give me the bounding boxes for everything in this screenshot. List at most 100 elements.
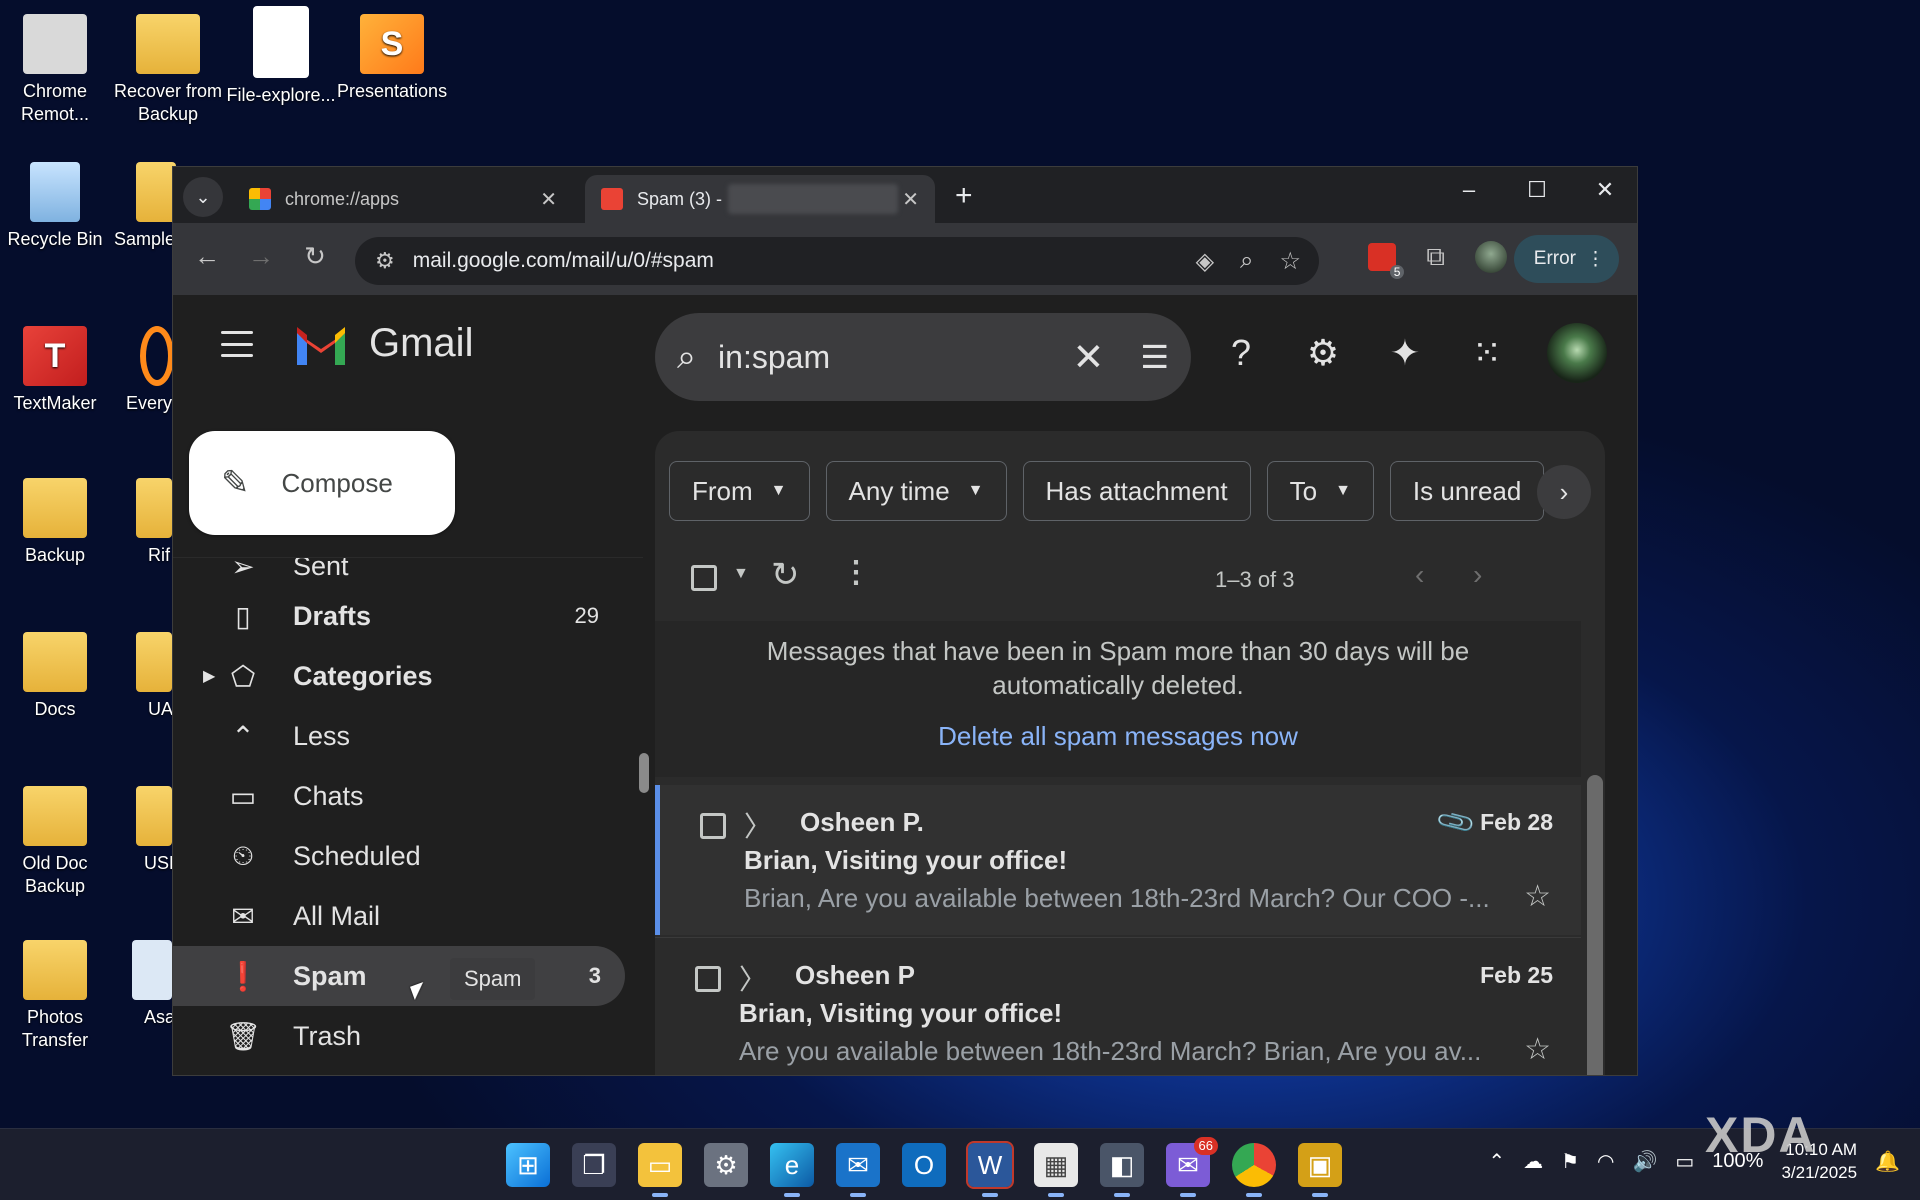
back-arrow-icon[interactable]: ← [187, 241, 227, 272]
lens-icon[interactable]: ◈ [1196, 247, 1214, 276]
address-url[interactable]: mail.google.com/mail/u/0/#spam [413, 249, 714, 273]
desktop-icon-sample[interactable]: Sample [100, 162, 180, 251]
desktop-icon-textmaker[interactable]: T TextMaker [0, 326, 110, 415]
desktop-icon-old-doc-backup[interactable]: Old Doc Backup [0, 786, 110, 899]
edge-browser-icon[interactable]: e [770, 1143, 814, 1197]
importance-marker-icon[interactable]: 〉 [744, 805, 772, 845]
address-bar[interactable]: ⚙ mail.google.com/mail/u/0/#spam ◈ ⌕ ☆ [355, 237, 1319, 285]
message-row[interactable]: 〉 Osheen P Feb 25 Brian, Visiting your o… [655, 937, 1581, 1075]
importance-marker-icon[interactable]: 〉 [739, 958, 767, 998]
onedrive-cloud-icon[interactable]: ☁ [1523, 1149, 1543, 1174]
forward-arrow-icon[interactable]: → [241, 241, 281, 272]
puzzle-extensions-icon[interactable]: ⧉ [1426, 241, 1445, 273]
refresh-icon[interactable]: ↻ [771, 555, 800, 595]
desktop-icon-chrome-remote[interactable]: Chrome Remot... [0, 14, 110, 127]
account-avatar[interactable] [1547, 323, 1607, 383]
star-icon[interactable]: ☆ [1524, 1032, 1551, 1067]
app-icon[interactable]: ◧ [1100, 1143, 1144, 1197]
help-icon[interactable]: ? [1219, 332, 1263, 374]
file-explorer-icon[interactable]: ▭ [638, 1143, 682, 1197]
desktop-icon-backup[interactable]: Backup [0, 478, 110, 567]
close-window-button[interactable]: ✕ [1585, 177, 1625, 203]
main-menu-icon[interactable] [221, 331, 253, 357]
reload-icon[interactable]: ↻ [295, 241, 335, 272]
select-all-checkbox[interactable] [691, 565, 717, 591]
windows-start-icon[interactable]: ⊞ [506, 1143, 550, 1187]
nav-item-chats[interactable]: ▭ Chats [173, 766, 623, 826]
notification-bell-icon[interactable]: 🔔 [1875, 1149, 1900, 1174]
message-checkbox[interactable] [695, 966, 721, 992]
older-page-icon[interactable]: ‹ [1415, 559, 1424, 591]
filter-chip-to[interactable]: To ▼ [1266, 461, 1374, 521]
select-dropdown-icon[interactable]: ▼ [733, 565, 749, 583]
photos-app-icon[interactable]: ▣ [1298, 1143, 1342, 1197]
tray-app-icon[interactable]: ⚑ [1561, 1149, 1579, 1174]
word-icon[interactable]: W [966, 1141, 1014, 1197]
search-input[interactable]: in:spam [718, 339, 1072, 376]
settings-gear-icon[interactable]: ⚙ [1301, 332, 1345, 374]
gemini-sparkle-icon[interactable]: ✦ [1383, 332, 1427, 374]
nav-item-spam[interactable]: ❗ Spam 3 [173, 946, 625, 1006]
message-checkbox[interactable] [700, 813, 726, 839]
new-tab-button[interactable]: + [955, 179, 973, 213]
desktop-icon-rif[interactable]: Rif [130, 478, 172, 567]
message-row[interactable]: 〉 Osheen P. 📎 Feb 28 Brian, Visiting you… [655, 785, 1581, 935]
desktop-icon-everything[interactable]: Everyt [110, 326, 177, 415]
desktop-icon-ua[interactable]: UA [130, 632, 173, 721]
chips-scroll-right-icon[interactable]: › [1537, 465, 1591, 519]
tab-gmail-spam[interactable]: Spam (3) - ✕ [585, 175, 935, 223]
star-icon[interactable]: ☆ [1524, 879, 1551, 914]
filter-chip-any-time[interactable]: Any time ▼ [825, 461, 1007, 521]
close-tab-icon[interactable]: ✕ [902, 187, 919, 212]
search-icon[interactable]: ⌕ [677, 338, 696, 377]
filter-chip-has-attachment[interactable]: Has attachment [1022, 461, 1251, 521]
search-options-icon[interactable]: ☰ [1140, 338, 1169, 376]
desktop-icon-docs[interactable]: Docs [0, 632, 110, 721]
desktop-icon-file-explorer[interactable]: File-explore... [226, 6, 336, 107]
extension-icon[interactable]: 5 [1368, 243, 1405, 279]
desktop-icon-presentations[interactable]: S Presentations [337, 14, 447, 103]
nav-item-all-mail[interactable]: ✉ All Mail [173, 886, 623, 946]
desktop-icon-recover-backup[interactable]: Recover from Backup [113, 14, 223, 127]
bookmark-star-icon[interactable]: ☆ [1279, 247, 1301, 276]
store-icon[interactable]: ▦ [1034, 1143, 1078, 1197]
battery-icon[interactable]: ▭ [1675, 1149, 1694, 1174]
profile-avatar[interactable] [1475, 241, 1507, 273]
task-view-icon[interactable]: ❐ [572, 1143, 616, 1187]
chevron-up-icon[interactable]: ⌃ [1488, 1149, 1505, 1174]
settings-gear-icon[interactable]: ⚙ [704, 1143, 748, 1187]
expand-arrow-icon[interactable]: ▶ [203, 666, 215, 686]
close-tab-icon[interactable]: ✕ [540, 187, 557, 212]
nav-item-categories[interactable]: ▶ ⬠ Categories [173, 646, 623, 706]
delete-all-spam-link[interactable]: Delete all spam messages now [655, 721, 1581, 752]
wifi-icon[interactable]: ◠ [1597, 1149, 1614, 1174]
nav-item-less[interactable]: ⌃ Less [173, 706, 623, 766]
compose-button[interactable]: ✎ Compose [189, 431, 455, 535]
outlook-new-icon[interactable]: ✉ [836, 1143, 880, 1197]
mail-search-box[interactable]: ⌕ in:spam ✕ ☰ [655, 313, 1191, 401]
nav-item-scheduled[interactable]: ⏲ Scheduled [173, 826, 623, 886]
nav-item-trash[interactable]: 🗑 Trash [173, 1006, 623, 1066]
filter-chip-from[interactable]: From ▼ [669, 461, 810, 521]
tab-chrome-apps[interactable]: chrome://apps ✕ [233, 175, 573, 223]
profile-error-button[interactable]: Error ⋮ [1513, 235, 1619, 283]
filter-chip-is-unread[interactable]: Is unread [1389, 461, 1545, 521]
gmail-logo[interactable]: Gmail [293, 321, 473, 366]
clear-search-icon[interactable]: ✕ [1072, 335, 1104, 380]
volume-icon[interactable]: 🔊 [1632, 1149, 1657, 1174]
site-info-icon[interactable]: ⚙ [375, 248, 395, 274]
maximize-button[interactable]: ☐ [1517, 177, 1557, 203]
chrome-icon[interactable] [1232, 1143, 1276, 1197]
mail-app-icon[interactable]: ✉ 66 [1166, 1137, 1218, 1197]
apps-grid-icon[interactable]: ⁙ [1465, 332, 1509, 374]
desktop-icon-usb[interactable]: USB_D [130, 786, 204, 875]
zoom-icon[interactable]: ⌕ [1240, 247, 1253, 276]
desktop-icon-asa[interactable]: Asa [130, 940, 175, 1029]
outlook-icon[interactable]: O [902, 1143, 946, 1187]
newer-page-icon[interactable]: › [1473, 559, 1482, 591]
mail-list-scrollbar[interactable] [1587, 775, 1603, 1075]
desktop-icon-recycle-bin[interactable]: Recycle Bin [0, 162, 110, 251]
nav-item-drafts[interactable]: ▯ Drafts 29 [173, 586, 623, 646]
nav-scrollbar[interactable] [639, 753, 649, 793]
desktop-icon-photos-transfer[interactable]: Photos Transfer [0, 940, 110, 1053]
